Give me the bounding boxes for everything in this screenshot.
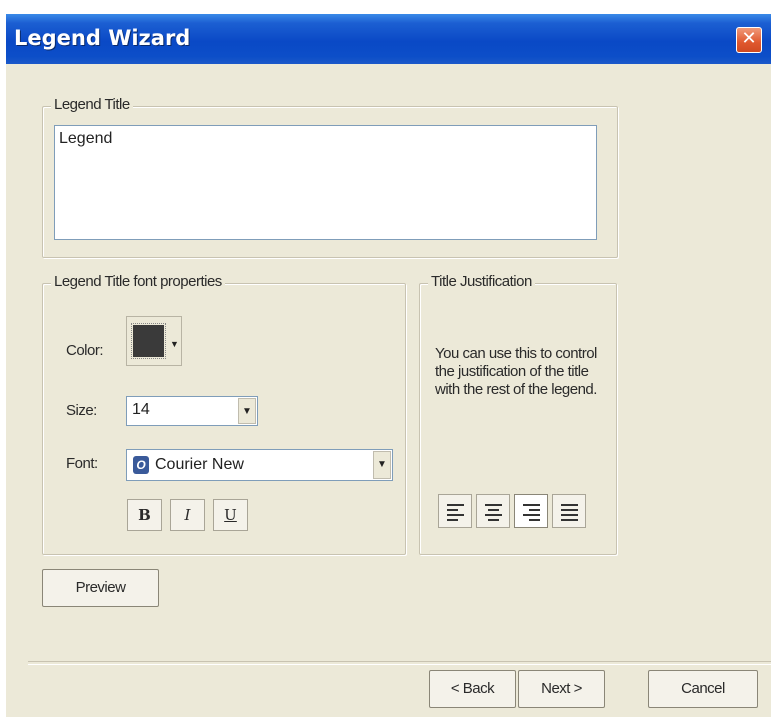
close-icon: ✕ — [741, 28, 757, 49]
bold-button[interactable]: B — [127, 499, 162, 531]
underline-button[interactable]: U — [213, 499, 248, 531]
window-title: Legend Wizard — [14, 26, 191, 50]
size-label: Size: — [66, 402, 97, 419]
align-center-icon — [477, 495, 509, 527]
color-label: Color: — [66, 342, 104, 359]
font-type-icon: O — [133, 456, 149, 474]
italic-button[interactable]: I — [170, 499, 205, 531]
color-picker-button[interactable]: ▼ — [126, 316, 182, 366]
close-button[interactable]: ✕ — [736, 27, 762, 53]
justification-description: You can use this to control the justific… — [435, 345, 597, 398]
font-dropdown[interactable]: O Courier New ▼ — [126, 449, 393, 481]
size-value: 14 — [132, 401, 150, 418]
font-properties-group-label: Legend Title font properties — [51, 273, 225, 290]
align-justify-icon — [553, 495, 585, 527]
legend-title-group: Legend Title Legend — [42, 96, 618, 258]
next-button[interactable]: Next > — [518, 670, 605, 708]
bottom-separator — [28, 661, 771, 665]
align-left-button[interactable] — [438, 494, 472, 528]
font-label: Font: — [66, 455, 98, 472]
legend-title-group-label: Legend Title — [51, 96, 133, 113]
color-swatch — [131, 323, 166, 359]
chevron-down-icon[interactable]: ▼ — [373, 451, 391, 479]
chevron-down-icon[interactable]: ▼ — [238, 398, 256, 424]
size-dropdown[interactable]: 14 ▼ — [126, 396, 258, 426]
cancel-button[interactable]: Cancel — [648, 670, 758, 708]
chevron-down-icon: ▼ — [170, 339, 179, 349]
align-right-icon — [515, 495, 547, 527]
align-justify-button[interactable] — [552, 494, 586, 528]
title-justification-group-label: Title Justification — [428, 273, 535, 290]
legend-title-textarea[interactable]: Legend — [54, 125, 597, 240]
back-button[interactable]: < Back — [429, 670, 516, 708]
preview-button[interactable]: Preview — [42, 569, 159, 607]
align-right-button[interactable] — [514, 494, 548, 528]
title-bar: Legend Wizard ✕ — [6, 14, 771, 64]
align-left-icon — [439, 495, 471, 527]
align-center-button[interactable] — [476, 494, 510, 528]
font-value: Courier New — [155, 456, 244, 473]
legend-wizard-dialog: Legend Wizard ✕ Legend Title Legend Lege… — [6, 14, 771, 717]
